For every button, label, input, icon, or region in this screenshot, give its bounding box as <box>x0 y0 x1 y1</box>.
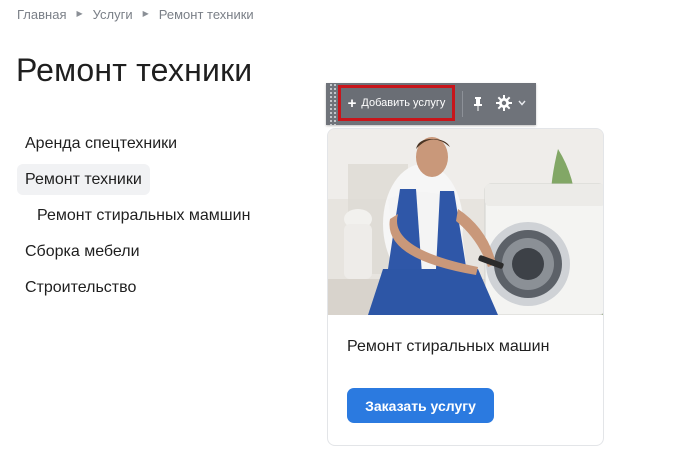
sidebar-item-appliance-repair[interactable]: Ремонт техники <box>17 164 150 195</box>
caret-down-icon[interactable] <box>518 100 526 106</box>
add-service-button[interactable]: + Добавить услугу <box>338 85 455 121</box>
pin-icon[interactable] <box>471 95 485 113</box>
service-card-title[interactable]: Ремонт стиральных машин <box>347 338 549 356</box>
plus-icon: + <box>347 94 357 112</box>
gear-icon[interactable] <box>495 94 513 112</box>
order-service-button[interactable]: Заказать услугу <box>347 388 494 423</box>
breadcrumb-arrow-icon: ▶ <box>142 9 149 18</box>
sidebar-item-washing-machine-repair[interactable]: Ремонт стиральных мамшин <box>29 200 258 231</box>
sidebar-item-construction[interactable]: Строительство <box>17 272 144 303</box>
sidebar-nav: Аренда спецтехники Ремонт техники Ремонт… <box>17 128 297 308</box>
toolbar-divider <box>462 91 463 117</box>
sidebar-item-furniture-assembly[interactable]: Сборка мебели <box>17 236 148 267</box>
breadcrumb-current: Ремонт техники <box>158 7 254 22</box>
sidebar-item-equipment-rental[interactable]: Аренда спецтехники <box>17 128 185 159</box>
service-image <box>328 129 603 315</box>
service-card[interactable]: Ремонт стиральных машин Заказать услугу <box>327 128 604 446</box>
add-service-label: Добавить услугу <box>361 97 446 109</box>
breadcrumb-home[interactable]: Главная <box>17 7 66 22</box>
page-title: Ремонт техники <box>16 52 253 88</box>
breadcrumb-arrow-icon: ▶ <box>76 9 83 18</box>
breadcrumb: Главная ▶ Услуги ▶ Ремонт техники <box>17 7 254 22</box>
editor-toolbar: + Добавить услугу <box>326 83 536 125</box>
breadcrumb-services[interactable]: Услуги <box>93 7 133 22</box>
drag-handle-icon[interactable] <box>328 83 338 125</box>
